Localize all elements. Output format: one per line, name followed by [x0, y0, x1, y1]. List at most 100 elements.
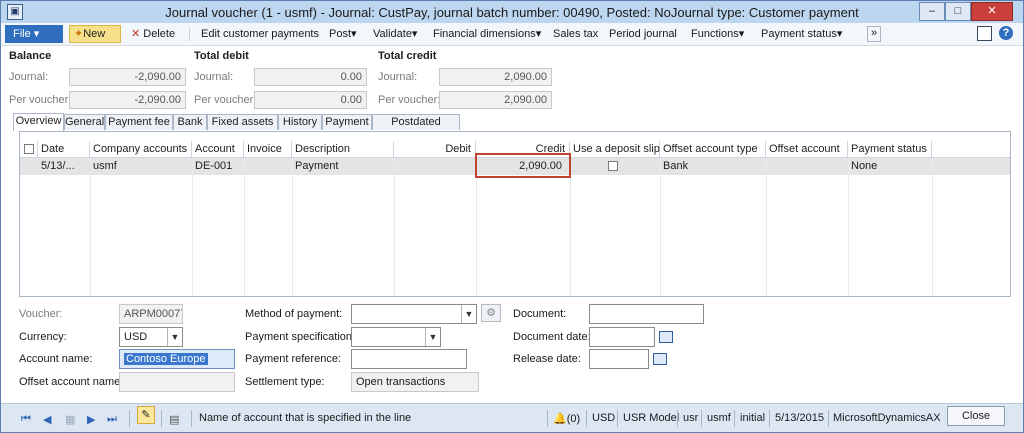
chevron-down-icon[interactable]: ▼ — [425, 328, 440, 346]
select-all-checkbox[interactable] — [24, 144, 34, 154]
cell-payment-status[interactable]: None — [848, 158, 932, 175]
payment-lookup-icon[interactable]: ⚙ — [481, 304, 501, 322]
cell-debit[interactable] — [394, 158, 476, 175]
column-divider — [292, 158, 293, 296]
attachment-icon[interactable]: ▤ — [169, 413, 179, 426]
tab-payment-fee[interactable]: Payment fee — [105, 114, 173, 130]
cell-company[interactable]: usmf — [90, 158, 192, 175]
column-divider — [394, 158, 395, 296]
financial-dimensions-menu-button[interactable]: Financial dimensions▾ — [433, 26, 541, 42]
company-indicator[interactable]: usmf — [707, 412, 731, 424]
cell-date[interactable]: 5/13/... — [38, 158, 90, 175]
tab-bank[interactable]: Bank — [173, 114, 207, 130]
settlement-type-label: Settlement type: — [245, 376, 325, 388]
column-header-date[interactable]: Date — [38, 141, 90, 157]
credit-highlight-box — [475, 153, 571, 178]
currency-select[interactable]: USD ▼ — [119, 327, 183, 347]
layer-indicator[interactable]: initial — [740, 412, 765, 424]
close-button[interactable]: Close — [947, 406, 1005, 426]
previous-record-icon[interactable]: ◀ — [43, 413, 51, 426]
more-actions-button[interactable]: » — [867, 26, 881, 42]
cell-offset-account[interactable] — [766, 158, 848, 175]
column-header-invoice[interactable]: Invoice — [244, 141, 292, 157]
close-window-button[interactable]: ✕ — [971, 2, 1013, 21]
title-bar: ▣ Journal voucher (1 - usmf) - Journal: … — [1, 1, 1023, 23]
bell-icon: 🔔 — [553, 413, 567, 425]
column-header-offset-account-type[interactable]: Offset account type — [660, 141, 766, 157]
chevron-down-icon[interactable]: ▼ — [461, 305, 476, 323]
list-icon[interactable]: ▦ — [65, 413, 75, 426]
offset-account-name-label: Offset account name: — [19, 376, 124, 388]
notifications-indicator[interactable]: 🔔(0) — [553, 412, 580, 425]
model-indicator[interactable]: USR Model — [623, 412, 679, 424]
file-menu-button[interactable]: File ▾ — [5, 25, 63, 43]
status-divider — [547, 410, 548, 427]
cell-account[interactable]: DE-001 — [192, 158, 244, 175]
help-text: Name of account that is specified in the… — [199, 412, 412, 424]
layout-icon[interactable] — [977, 26, 992, 41]
balance-heading: Balance — [9, 50, 52, 62]
calendar-icon[interactable] — [653, 353, 667, 365]
cell-invoice[interactable] — [244, 158, 292, 175]
column-divider — [660, 158, 661, 296]
total-debit-heading: Total debit — [194, 50, 249, 62]
payment-reference-field[interactable] — [351, 349, 467, 369]
tab-history[interactable]: History — [278, 114, 322, 130]
maximize-button[interactable]: □ — [945, 2, 971, 21]
sales-tax-button[interactable]: Sales tax — [553, 26, 598, 42]
currency-indicator[interactable]: USD — [592, 412, 615, 424]
column-header-payment-status[interactable]: Payment status — [848, 141, 932, 157]
document-field[interactable] — [589, 304, 704, 324]
cell-use-deposit-slip[interactable] — [570, 158, 660, 175]
next-record-icon[interactable]: ▶ — [87, 413, 95, 426]
edit-customer-payments-button[interactable]: Edit customer payments — [201, 26, 319, 42]
calendar-icon[interactable] — [659, 331, 673, 343]
method-of-payment-select[interactable]: ▼ — [351, 304, 477, 324]
status-divider — [161, 410, 162, 427]
document-date-label: Document date: — [513, 331, 591, 343]
validate-menu-button[interactable]: Validate▾ — [373, 26, 417, 42]
delete-button[interactable]: ✕ Delete — [131, 26, 175, 42]
column-header-description[interactable]: Description — [292, 141, 394, 157]
payment-status-menu-button[interactable]: Payment status▾ — [761, 26, 842, 42]
debit-journal-field: 0.00 — [254, 68, 367, 86]
deposit-slip-checkbox[interactable] — [608, 161, 618, 171]
account-name-field[interactable]: Contoso Europe — [119, 349, 235, 369]
functions-menu-button[interactable]: Functions▾ — [691, 26, 744, 42]
minimize-button[interactable]: – — [919, 2, 945, 21]
user-indicator[interactable]: usr — [683, 412, 698, 424]
payment-specification-select[interactable]: ▼ — [351, 327, 441, 347]
voucher-field: ARPM00077 — [119, 304, 183, 324]
tab-payment[interactable]: Payment — [322, 114, 372, 130]
last-record-icon[interactable]: ⏭ — [107, 413, 117, 426]
tab-postdated-checks[interactable]: Postdated checks — [372, 114, 460, 143]
release-date-field[interactable] — [589, 349, 649, 369]
tab-overview[interactable]: Overview — [13, 113, 64, 131]
document-date-field[interactable] — [589, 327, 655, 347]
period-journal-button[interactable]: Period journal — [609, 26, 677, 42]
status-divider — [701, 410, 702, 427]
column-divider — [766, 158, 767, 296]
tab-general[interactable]: General — [64, 114, 105, 130]
tab-fixed-assets[interactable]: Fixed assets — [207, 114, 278, 130]
session-date-indicator[interactable]: 5/13/2015 — [775, 412, 824, 424]
column-header-company-accounts[interactable]: Company accounts — [90, 141, 192, 157]
column-header-use-deposit-slip[interactable]: Use a deposit slip — [570, 141, 660, 157]
column-header-debit[interactable]: Debit — [394, 141, 476, 157]
settlement-type-field: Open transactions — [351, 372, 479, 392]
action-pane: File ▾ ✦New ✕ Delete Edit customer payme… — [1, 23, 1023, 46]
column-header-account[interactable]: Account — [192, 141, 244, 157]
chevron-down-icon[interactable]: ▼ — [167, 328, 182, 346]
cell-offset-account-type[interactable]: Bank — [660, 158, 766, 175]
delete-label: Delete — [143, 28, 176, 40]
first-record-icon[interactable]: ⏮ — [21, 413, 31, 426]
post-menu-button[interactable]: Post▾ — [329, 26, 357, 42]
new-button[interactable]: ✦New — [69, 25, 121, 43]
cell-description[interactable]: Payment — [292, 158, 394, 175]
help-icon[interactable]: ? — [999, 26, 1013, 40]
edit-pencil-icon[interactable]: ✎ — [137, 406, 155, 424]
status-divider — [617, 410, 618, 427]
application-indicator[interactable]: MicrosoftDynamicsAX — [833, 412, 941, 424]
column-header-offset-account[interactable]: Offset account — [766, 141, 848, 157]
column-divider — [570, 158, 571, 296]
